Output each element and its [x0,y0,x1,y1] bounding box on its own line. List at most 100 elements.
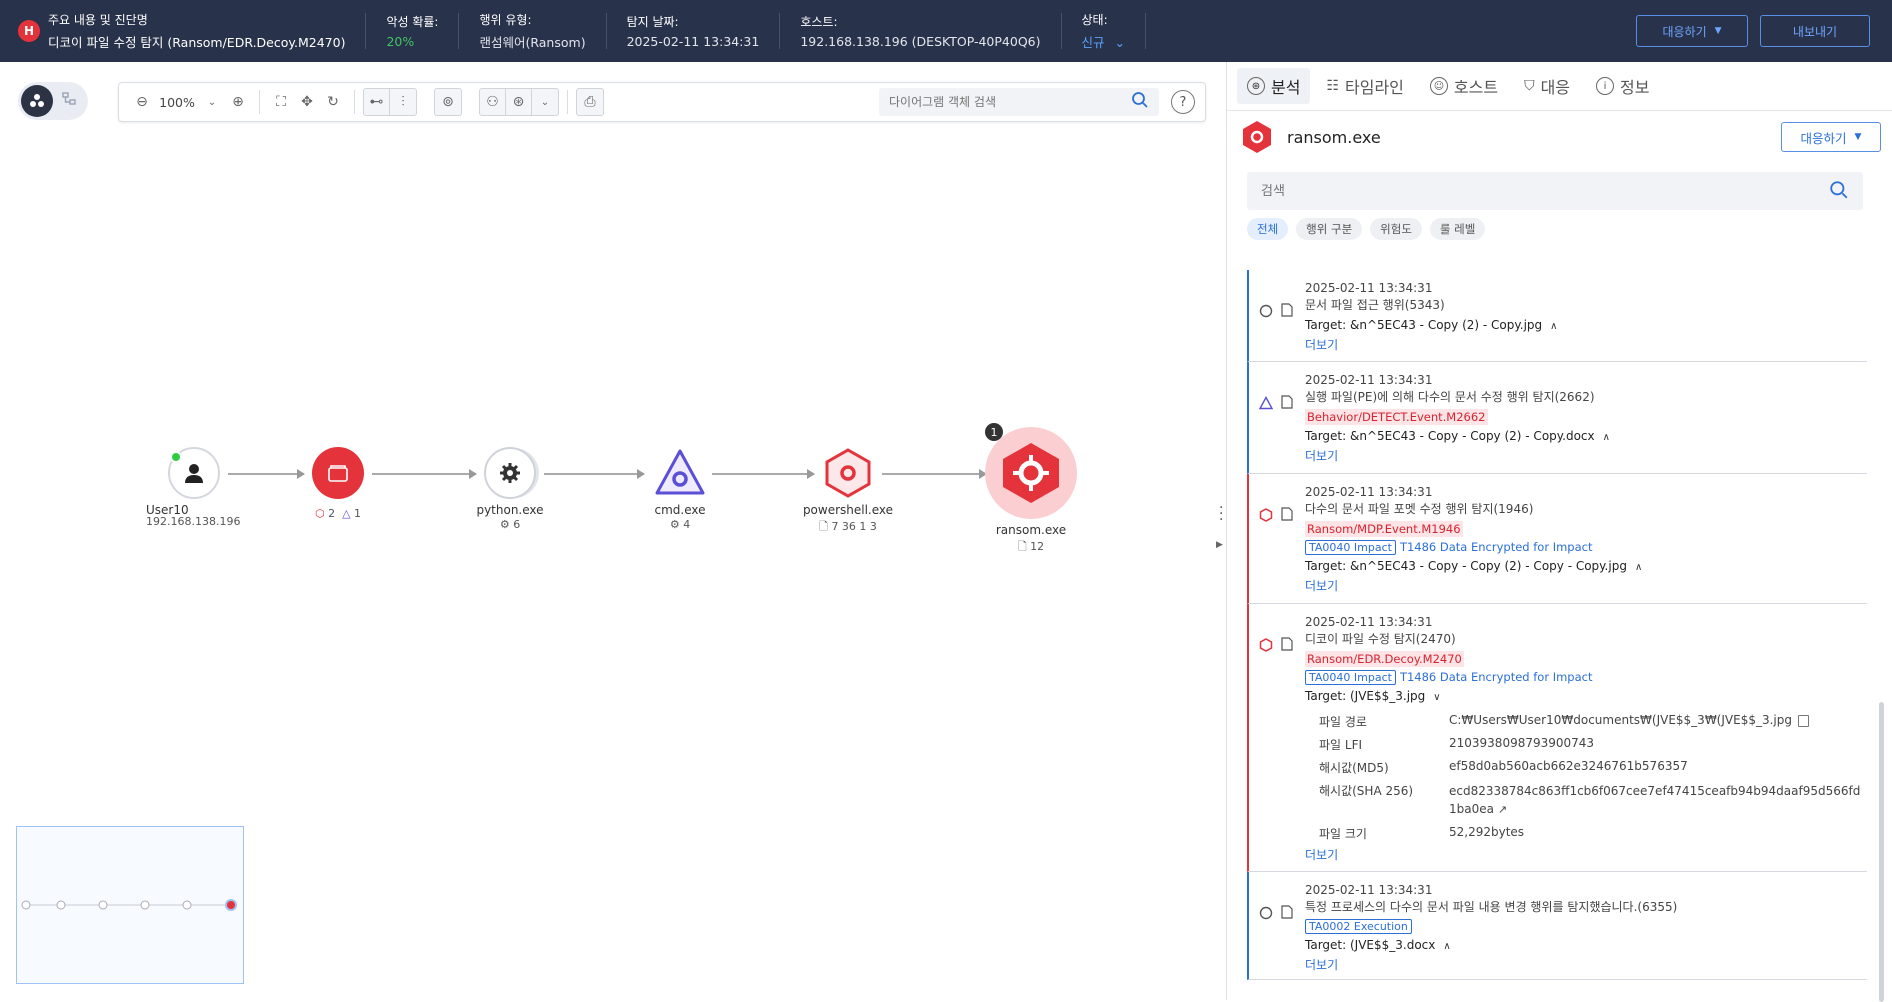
vertical-layout-icon[interactable]: ⫶ [390,89,416,115]
detection-tag: Ransom/MDP.Event.M1946 [1305,521,1463,537]
tactic-tag[interactable]: TA0002 Execution [1305,919,1412,934]
graph-node-user[interactable]: User10 192.168.138.196 [134,447,254,528]
header-detect-date: 탐지 날짜: 2025-02-11 13:34:31 [607,13,781,49]
tactic-tag[interactable]: TA0040 Impact [1305,670,1396,685]
graph-node-ransom[interactable]: 1 ransom.exe 🗋 12 [976,423,1086,557]
folder-icon [312,447,364,499]
horizontal-layout-icon[interactable]: ⊷ [364,89,390,115]
help-icon[interactable]: ? [1171,90,1195,114]
chevron-down-icon[interactable]: ∨ [1433,689,1440,707]
file-details: 파일 경로 C:₩Users₩User10₩documents₩(JVE$$_3… [1319,713,1867,842]
zoom-in-icon[interactable]: ⊕ [225,89,251,115]
doc-small-icon: 🗋 [1017,540,1027,553]
chevron-up-icon[interactable]: ∧ [1443,938,1450,956]
detail-key: 해시값(MD5) [1319,761,1389,775]
node-name: powershell.exe [802,503,894,517]
more-link[interactable]: 더보기 [1305,336,1867,354]
detail-key: 파일 경로 [1319,715,1367,729]
event-target[interactable]: Target: (JVE$$_3.docx ∧ [1305,936,1867,956]
zoom-out-icon[interactable]: ⊖ [129,89,155,115]
graph-view-icon[interactable] [21,85,53,117]
diagram-canvas[interactable]: ⊖ 100% ⌄ ⊕ ⛶ ✥ ↻ ⊷ ⫶ ⊚ ⚇ ⊛ ⌄ ⎙ 다이어그램 객체 … [0,62,1226,1000]
tab-timeline[interactable]: ☷ 타임라인 [1316,68,1413,104]
event-timestamp: 2025-02-11 13:34:31 [1305,373,1433,387]
header-summary: 주요 내용 및 진단명 디코이 파일 수정 탐지 (Ransom/EDR.Dec… [48,13,367,50]
zoom-dropdown-icon[interactable]: ⌄ [199,89,225,115]
capture-icon[interactable]: ⎙ [577,89,603,115]
technique-link[interactable]: T1486 Data Encrypted for Impact [1400,670,1593,684]
graph-node-python[interactable]: python.exe ⚙ 6 [460,447,560,531]
node-options-chevron-icon[interactable]: ⌄ [532,89,558,115]
scrollbar[interactable] [1879,702,1884,1002]
status-label: 상태: [1081,13,1108,27]
chip-all[interactable]: 전체 [1247,218,1289,240]
pan-icon[interactable]: ✥ [294,89,320,115]
technique-link[interactable]: T1486 Data Encrypted for Impact [1400,540,1593,554]
header-respond-button[interactable]: 대응하기 ▼ [1636,15,1748,47]
event-target[interactable]: Target: &n^5EC43 - Copy - Copy (2) - Cop… [1305,427,1867,447]
hex-count: 2 [328,507,336,520]
node-detail-icon[interactable]: ⊛ [506,89,532,115]
header-probability: 악성 확률: 20% [366,13,460,49]
tab-response[interactable]: ⛉ 대응 [1514,68,1580,104]
tree-view-icon[interactable] [61,91,77,111]
detail-value: C:₩Users₩User10₩documents₩(JVE$$_3₩(JVE$… [1449,713,1867,730]
tactic-tag[interactable]: TA0040 Impact [1305,540,1396,555]
chevron-up-icon[interactable]: ∧ [1603,429,1610,447]
more-link[interactable]: 더보기 [1305,577,1867,595]
user-circle-icon: ☺ [1429,77,1448,95]
panel-search [1247,172,1863,210]
list-item[interactable]: 2025-02-11 13:34:31 다수의 문서 파일 포멧 수정 행위 탐… [1247,474,1867,604]
chevron-up-icon[interactable]: ∧ [1635,559,1642,577]
tab-host[interactable]: ☺ 호스트 [1420,68,1508,104]
more-link[interactable]: 더보기 [1305,956,1867,974]
collapse-arrow-icon[interactable]: ▶ [1216,540,1223,550]
chip-risk[interactable]: 위험도 [1370,218,1422,240]
more-link[interactable]: 더보기 [1305,846,1867,864]
triangle-gear-icon [652,447,708,499]
node-counts: ⬡ 2 △ 1 [298,507,378,520]
chevron-up-icon[interactable]: ∧ [1550,318,1557,336]
event-target[interactable]: Target: &n^5EC43 - Copy - Copy (2) - Cop… [1305,557,1867,577]
detail-value: ef58d0ab560acb662e3246761b576357 [1449,759,1688,773]
reset-icon[interactable]: ↻ [320,89,346,115]
list-item[interactable]: 2025-02-11 13:34:31 디코이 파일 수정 탐지(2470) R… [1247,604,1867,872]
graph-node-powershell[interactable]: powershell.exe 🗋 7 36 1 3 [788,447,908,537]
chip-behavior[interactable]: 행위 구분 [1296,218,1363,240]
minimap[interactable] [16,826,244,984]
tab-info[interactable]: i 정보 [1586,68,1659,104]
panel-search-input[interactable] [1261,183,1829,199]
diagram-search-input[interactable] [889,95,1131,109]
overlap-icon[interactable]: ⊚ [435,89,461,115]
event-timestamp: 2025-02-11 13:34:31 [1305,615,1433,629]
status-dropdown[interactable]: 신규 ⌄ [1082,32,1125,51]
fit-screen-icon[interactable]: ⛶ [268,89,294,115]
host-value: 192.168.138.196 (DESKTOP-40P40Q6) [800,34,1041,49]
search-icon[interactable] [1829,180,1849,203]
external-link-icon[interactable]: ↗ [1498,803,1507,816]
list-item[interactable]: 2025-02-11 13:34:31 문서 파일 접근 행위(5343) Ta… [1247,270,1867,362]
node-ip: 192.168.138.196 [146,515,241,528]
more-link[interactable]: 더보기 [1305,447,1867,465]
search-icon[interactable] [1131,91,1149,113]
process-header: ransom.exe 대응하기 ▼ [1241,118,1881,156]
graph-node-detection-group[interactable]: ⬡ 2 △ 1 [298,447,378,520]
tab-analysis[interactable]: ⊛ 분석 [1237,68,1311,104]
copy-icon[interactable] [1797,714,1809,727]
event-target[interactable]: Target: &n^5EC43 - Copy (2) - Copy.jpg ∧ [1305,316,1867,336]
graph-node-cmd[interactable]: cmd.exe ⚙ 4 [630,447,730,531]
view-toggle[interactable] [18,82,88,120]
node-group-icon[interactable]: ⚇ [480,89,506,115]
filter-chips: 전체 행위 구분 위험도 룰 레벨 [1247,218,1486,240]
zoom-level[interactable]: 100% [155,95,199,110]
list-item[interactable]: 2025-02-11 13:34:31 실행 파일(PE)에 의해 다수의 문서… [1247,362,1867,474]
export-button[interactable]: 내보내기 [1760,15,1870,47]
list-item[interactable]: 2025-02-11 13:34:31 특정 프로세스의 다수의 문서 파일 내… [1247,872,1867,980]
drag-handle-icon[interactable]: · · · [1219,501,1223,527]
chip-rule-level[interactable]: 룰 레벨 [1429,218,1486,240]
detect-date-value: 2025-02-11 13:34:31 [626,34,760,49]
panel-respond-button[interactable]: 대응하기 ▼ [1781,122,1881,152]
caret-down-icon: ▼ [1854,132,1862,142]
event-title: 실행 파일(PE)에 의해 다수의 문서 수정 행위 탐지(2662) [1305,390,1595,404]
event-target[interactable]: Target: (JVE$$_3.jpg ∨ [1305,687,1867,707]
